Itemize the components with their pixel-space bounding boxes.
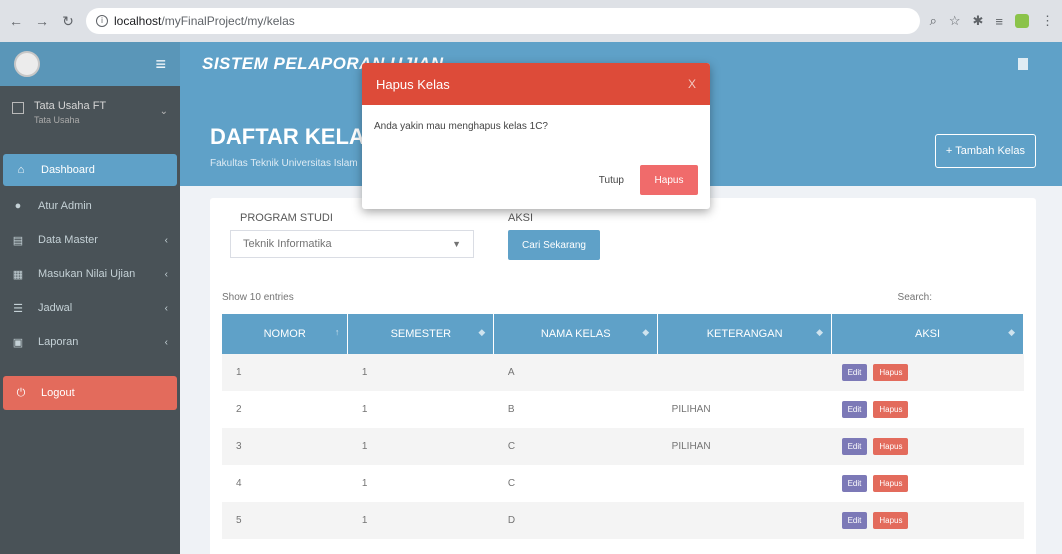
modal-title: Hapus Kelas [376,76,450,92]
avatar-icon[interactable] [1015,14,1029,28]
modal-footer: Tutup Hapus [362,165,710,195]
playlist-icon[interactable]: ≡ [995,14,1003,29]
menu-dots-icon[interactable]: ⋮ [1041,13,1054,29]
tutup-button[interactable]: Tutup [599,175,624,186]
modal-header: Hapus Kelas X [362,63,710,105]
address-bar[interactable]: i localhost/myFinalProject/my/kelas [86,8,920,34]
confirm-hapus-button[interactable]: Hapus [640,165,698,195]
browser-toolbar: ← → ↻ i localhost/myFinalProject/my/kela… [0,0,1062,42]
extension-icon[interactable]: ✱ [973,13,984,29]
star-icon[interactable]: ☆ [949,13,961,29]
hapus-kelas-modal: Hapus Kelas X Anda yakin mau menghapus k… [362,63,710,209]
zoom-icon[interactable]: ⌕ [930,13,937,29]
info-icon[interactable]: i [96,15,108,27]
url-host: localhost [114,14,162,28]
forward-icon[interactable]: → [34,13,50,29]
url-path: /myFinalProject/my/kelas [161,14,295,28]
back-icon[interactable]: ← [8,13,24,29]
reload-icon[interactable]: ↻ [60,13,76,29]
modal-message: Anda yakin mau menghapus kelas 1C? [374,121,548,132]
close-icon[interactable]: X [688,77,696,91]
